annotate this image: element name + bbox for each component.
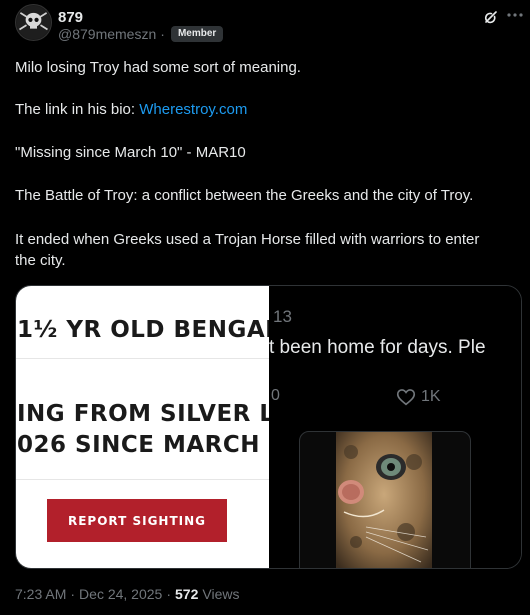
tweet-like: 1K xyxy=(395,386,441,408)
post-date[interactable]: Dec 24, 2025 xyxy=(79,586,162,602)
missing-poster-image[interactable]: 1½ YR OLD BENGAL ING FROM SILVER L 026 S… xyxy=(16,286,269,568)
media-container[interactable]: 1½ YR OLD BENGAL ING FROM SILVER L 026 S… xyxy=(15,285,522,569)
tweet-screenshot-image[interactable]: 13 t been home for days. Ple 0 1K xyxy=(269,286,521,568)
views-count: 572 xyxy=(175,586,199,602)
post-text-line: Milo losing Troy had some sort of meanin… xyxy=(15,59,301,76)
post-text-link-line: The link in his bio: Wherestroy.com xyxy=(15,100,515,120)
post-text-segment: The link in his bio: xyxy=(15,101,140,118)
poster-line: 026 SINCE MARCH xyxy=(17,432,261,458)
post-text-line: "Missing since March 10" - MAR10 xyxy=(15,144,246,161)
tweet-count: 13 xyxy=(273,307,292,326)
handle[interactable]: @879memeszn xyxy=(58,26,156,42)
post-meta: 7:23 AM · Dec 24, 2025 · 572 Views xyxy=(15,586,239,602)
tweet-text: t been home for days. Ple xyxy=(269,337,486,358)
separator: · xyxy=(70,586,76,602)
post-text-line: It ended when Greeks used a Trojan Horse… xyxy=(15,231,480,248)
heart-icon xyxy=(396,389,416,406)
cat-video-thumbnail xyxy=(299,431,471,568)
post-text-line: The Battle of Troy: a conflict between t… xyxy=(15,187,474,204)
handle-row: @879memeszn · Member xyxy=(58,26,224,42)
poster-divider xyxy=(16,358,269,359)
bio-link[interactable]: Wherestroy.com xyxy=(139,101,247,118)
post: 879 @879memeszn · Member Milo losing Tro… xyxy=(0,0,530,615)
grok-icon[interactable] xyxy=(483,9,499,25)
views-label: Views xyxy=(202,586,240,602)
tweet-stat: 0 xyxy=(271,387,280,404)
poster-line: ING FROM SILVER L xyxy=(17,401,269,427)
post-time[interactable]: 7:23 AM xyxy=(15,586,66,602)
cat-face-icon xyxy=(336,432,432,568)
poster-headline: 1½ YR OLD BENGAL xyxy=(17,317,269,343)
report-sighting-button: REPORT SIGHTING xyxy=(47,499,227,542)
avatar[interactable] xyxy=(15,4,52,41)
poster-divider xyxy=(16,479,269,480)
member-badge: Member xyxy=(170,26,224,42)
like-count: 1K xyxy=(421,388,441,405)
separator: · xyxy=(160,26,165,42)
display-name[interactable]: 879 xyxy=(58,9,83,26)
more-options-icon[interactable] xyxy=(505,5,525,25)
post-text-line: the city. xyxy=(15,252,66,269)
skull-avatar-icon xyxy=(16,5,51,40)
separator: · xyxy=(166,586,172,602)
